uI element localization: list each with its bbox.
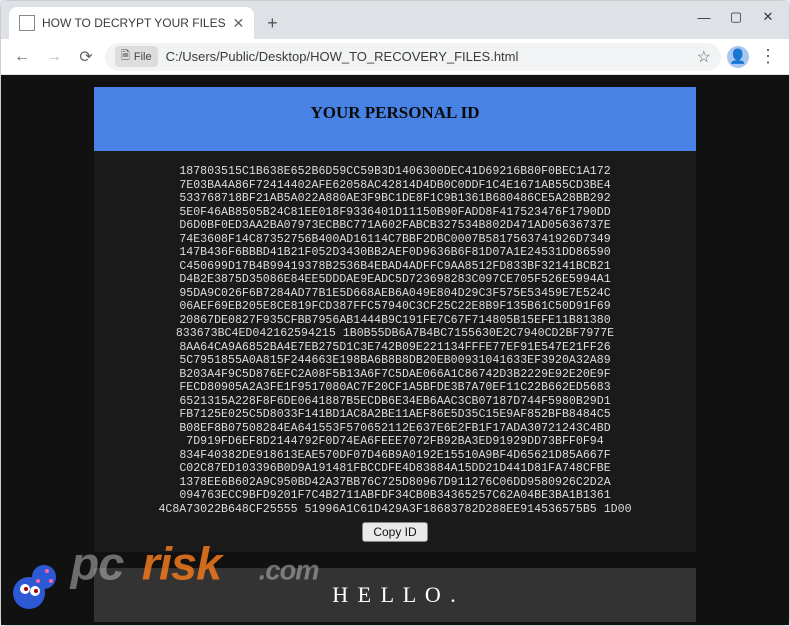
hello-heading: H E L L O . [94, 568, 696, 622]
address-text: C:/Users/Public/Desktop/HOW_TO_RECOVERY_… [166, 49, 689, 64]
hex-line: 533768718BF21AB5A022A880AE3F9BC1DE8F1C9B… [106, 192, 684, 206]
hex-line: D4B2E3875D35086E84EE5DDDAE9EADC5D7236982… [106, 273, 684, 287]
back-button[interactable]: ← [9, 44, 35, 70]
maximize-button[interactable]: ▢ [721, 5, 751, 29]
hex-line: 7D919FD6EF8D2144792F0D74EA6FEEE7072FB92B… [106, 435, 684, 449]
address-bar[interactable]: 🗎 File C:/Users/Public/Desktop/HOW_TO_RE… [105, 43, 721, 71]
hex-line: FECD80905A2A3FE1F9517080AC7F20CF1A5BFDE3… [106, 381, 684, 395]
close-window-button[interactable]: ✕ [753, 5, 783, 29]
new-tab-button[interactable]: + [258, 9, 286, 37]
file-chip-label: File [134, 51, 152, 63]
hex-line-container: 187803515C1B638E652B6D59CC59B3D1406300DE… [106, 165, 684, 516]
forward-button[interactable]: → [41, 44, 67, 70]
file-favicon [19, 15, 35, 31]
file-icon: 🗎 [121, 47, 130, 66]
hex-line: 95DA9C026F6B7284AD77B1E5D668AEB6A049E804… [106, 287, 684, 301]
browser-window: HOW TO DECRYPT YOUR FILES ✕ + — ▢ ✕ ← → … [0, 0, 790, 626]
hex-line: 147B436F6BBBD41B21F052D3430BB2AEF0D9636B… [106, 246, 684, 260]
hex-line: 4C8A73022B648CF25555 51996A1C61D429A3F18… [106, 503, 684, 517]
hex-line: 1378EE6B602A9C950BD42A37BB76C725D80967D9… [106, 476, 684, 490]
hex-line: 7E03BA4A86F72414402AFE62058AC42814D4DB0C… [106, 179, 684, 193]
tab-close-button[interactable]: ✕ [233, 15, 245, 32]
browser-tab[interactable]: HOW TO DECRYPT YOUR FILES ✕ [9, 7, 254, 39]
hex-line: C02C87ED103396B0D9A191481FBCCDFE4D83884A… [106, 462, 684, 476]
profile-button[interactable]: 👤 [727, 46, 749, 68]
bookmark-star-icon[interactable]: ☆ [697, 47, 711, 67]
hex-line: 5C7951855A0A815F244663E198BA6B8B8DB20EB0… [106, 354, 684, 368]
hex-line: C450699D17B4B99419378B2536B4EBAD4ADFFC9A… [106, 260, 684, 274]
hex-line: D6D0BF0ED3AA2BA07973ECBBC771A602FABCB327… [106, 219, 684, 233]
hex-line: B08EF8B07508284EA641553F570652112E637E6E… [106, 422, 684, 436]
hex-line: 06AEF69EB205E8CE819FCD387FFC57940C3CF25C… [106, 300, 684, 314]
window-controls: — ▢ ✕ [689, 5, 783, 29]
hex-line: 833673BC4ED042162594215 1B0B55DB6A7B4BC7… [106, 327, 684, 341]
reload-button[interactable]: ⟳ [73, 44, 99, 70]
personal-id-header: YOUR PERSONAL ID [310, 103, 479, 122]
hex-line: 20867DE0827F935CFBB7956AB1444B9C191FE7C6… [106, 314, 684, 328]
personal-id-hex-block: 187803515C1B638E652B6D59CC59B3D1406300DE… [94, 151, 696, 552]
tab-title: HOW TO DECRYPT YOUR FILES [42, 16, 226, 30]
hex-line: 74E3608F14C87352756B400AD16114C7BBF2DBC0… [106, 233, 684, 247]
hex-line: 187803515C1B638E652B6D59CC59B3D1406300DE… [106, 165, 684, 179]
tab-strip: HOW TO DECRYPT YOUR FILES ✕ + — ▢ ✕ [1, 1, 789, 39]
toolbar: ← → ⟳ 🗎 File C:/Users/Public/Desktop/HOW… [1, 39, 789, 75]
hex-line: 5E0F46AB8505B24C81EE018F9336401D11150B90… [106, 206, 684, 220]
ransom-note-page: YOUR PERSONAL ID 187803515C1B638E652B6D5… [1, 75, 789, 625]
personal-id-panel: YOUR PERSONAL ID [94, 87, 696, 151]
hex-line: 6521315A228F8F6DE0641887B5ECDB6E34EB6AAC… [106, 395, 684, 409]
viewport: YOUR PERSONAL ID 187803515C1B638E652B6D5… [1, 75, 789, 625]
kebab-menu-button[interactable]: ⋮ [755, 44, 781, 70]
file-chip: 🗎 File [115, 46, 158, 67]
copy-id-button[interactable]: Copy ID [362, 522, 427, 542]
hex-line: 094763ECC9BFD9201F7C4B2711ABFDF34CB0B343… [106, 489, 684, 503]
hex-line: 8AA64CA9A6852BA4E7EB275D1C3E742B09E22113… [106, 341, 684, 355]
page-scroll-area[interactable]: YOUR PERSONAL ID 187803515C1B638E652B6D5… [1, 75, 789, 625]
hex-line: B203A4F9C5D876EFC2A08F5B13A6F7C5DAE066A1… [106, 368, 684, 382]
hex-line: FB7125E025C5D8033F141BD1AC8A2BE11AEF86E5… [106, 408, 684, 422]
minimize-button[interactable]: — [689, 5, 719, 29]
hex-line: 834F40382DE918613EAE570DF07D46B9A0192E15… [106, 449, 684, 463]
